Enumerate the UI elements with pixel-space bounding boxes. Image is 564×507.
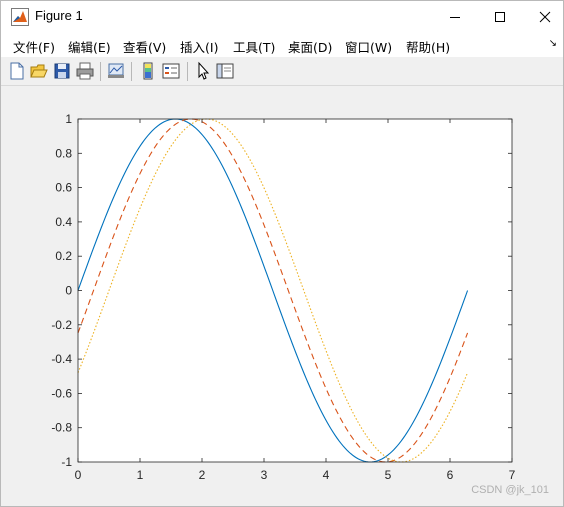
y-tick-label: 0.4 bbox=[55, 215, 72, 229]
axes-background[interactable] bbox=[78, 119, 512, 462]
y-tick-label: -0.2 bbox=[51, 318, 72, 332]
x-tick-label: 1 bbox=[137, 468, 144, 482]
figure-window: Figure 1 文件(F) 编辑(E) 查看(V) 插入(I) 工具(T) 桌… bbox=[0, 0, 564, 507]
x-tick-label: 2 bbox=[199, 468, 206, 482]
figure-canvas[interactable]: 0 1 2 3 4 5 6 7 -1 -0.8 -0.6 -0.4 -0.2 0 0.2 0.4 0.6 0.8 1 bbox=[1, 1, 563, 506]
y-tick-label: -0.6 bbox=[51, 386, 72, 400]
x-tick-label: 4 bbox=[323, 468, 330, 482]
y-tick-label: 1 bbox=[65, 112, 72, 126]
x-tick-label: 3 bbox=[261, 468, 268, 482]
watermark-text: CSDN @jk_101 bbox=[471, 484, 549, 496]
y-tick-label: -0.8 bbox=[51, 421, 72, 435]
y-tick-label: -1 bbox=[61, 455, 72, 469]
y-tick-label: -0.4 bbox=[51, 352, 72, 366]
y-tick-label: 0.8 bbox=[55, 146, 72, 160]
x-tick-label: 5 bbox=[385, 468, 392, 482]
x-tick-label: 0 bbox=[75, 468, 82, 482]
y-tick-label: 0.6 bbox=[55, 181, 72, 195]
x-tick-label: 7 bbox=[509, 468, 516, 482]
y-tick-label: 0.2 bbox=[55, 249, 72, 263]
x-tick-label: 6 bbox=[447, 468, 454, 482]
y-tick-label: 0 bbox=[65, 284, 72, 298]
